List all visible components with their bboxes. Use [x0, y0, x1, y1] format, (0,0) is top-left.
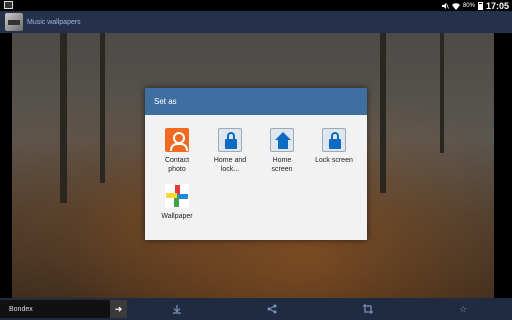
option-home-and-lock[interactable]: Home and lock... — [206, 128, 254, 174]
dialog-title: Set as — [145, 88, 367, 115]
option-contact-photo[interactable]: Contact photo — [153, 128, 201, 174]
star-icon[interactable]: ☆ — [456, 302, 470, 316]
lock-icon — [322, 128, 346, 152]
option-label: Wallpaper — [161, 213, 193, 220]
pinwheel-icon — [165, 184, 189, 208]
option-wallpaper[interactable]: Wallpaper — [153, 184, 201, 221]
app-title: Music wallpapers — [27, 18, 81, 26]
photo-edge-right — [494, 33, 512, 298]
home-icon — [270, 128, 294, 152]
arrow-right-icon: ➜ — [114, 303, 123, 314]
lock-icon — [218, 128, 242, 152]
option-home-screen[interactable]: Home screen — [258, 128, 306, 174]
clock: 17:05 — [485, 0, 509, 11]
photo-edge-left — [0, 33, 12, 298]
search-input[interactable]: Bondex — [0, 300, 110, 318]
contact-photo-icon — [165, 128, 189, 152]
set-as-dialog: Set as Contact photo Home and lock... Ho… — [145, 88, 367, 240]
notification-icon — [4, 1, 13, 9]
status-bar: 80% 17:05 — [0, 0, 512, 11]
tree-trunk — [440, 33, 444, 153]
tree-trunk — [60, 33, 67, 203]
share-icon[interactable] — [265, 302, 279, 316]
bottom-bar: Bondex ➜ ☆ — [0, 298, 512, 320]
option-label: Home screen — [271, 157, 293, 173]
crop-icon[interactable] — [361, 302, 375, 316]
music-wallpapers-app-icon[interactable] — [5, 13, 23, 31]
tree-trunk — [100, 33, 105, 183]
option-label: Home and lock... — [213, 157, 247, 173]
go-button[interactable]: ➜ — [110, 300, 127, 318]
mute-icon — [441, 2, 449, 10]
status-bar-right: 80% 17:05 — [441, 0, 509, 11]
battery-percent: 80% — [462, 2, 475, 9]
download-icon[interactable] — [170, 302, 184, 316]
tree-trunk — [380, 33, 386, 193]
action-bar: Music wallpapers — [0, 11, 512, 33]
option-label: Contact photo — [164, 157, 190, 173]
battery-icon — [477, 1, 483, 10]
option-lock-screen[interactable]: Lock screen — [310, 128, 358, 165]
wifi-icon — [451, 2, 460, 10]
option-label: Lock screen — [315, 157, 353, 164]
